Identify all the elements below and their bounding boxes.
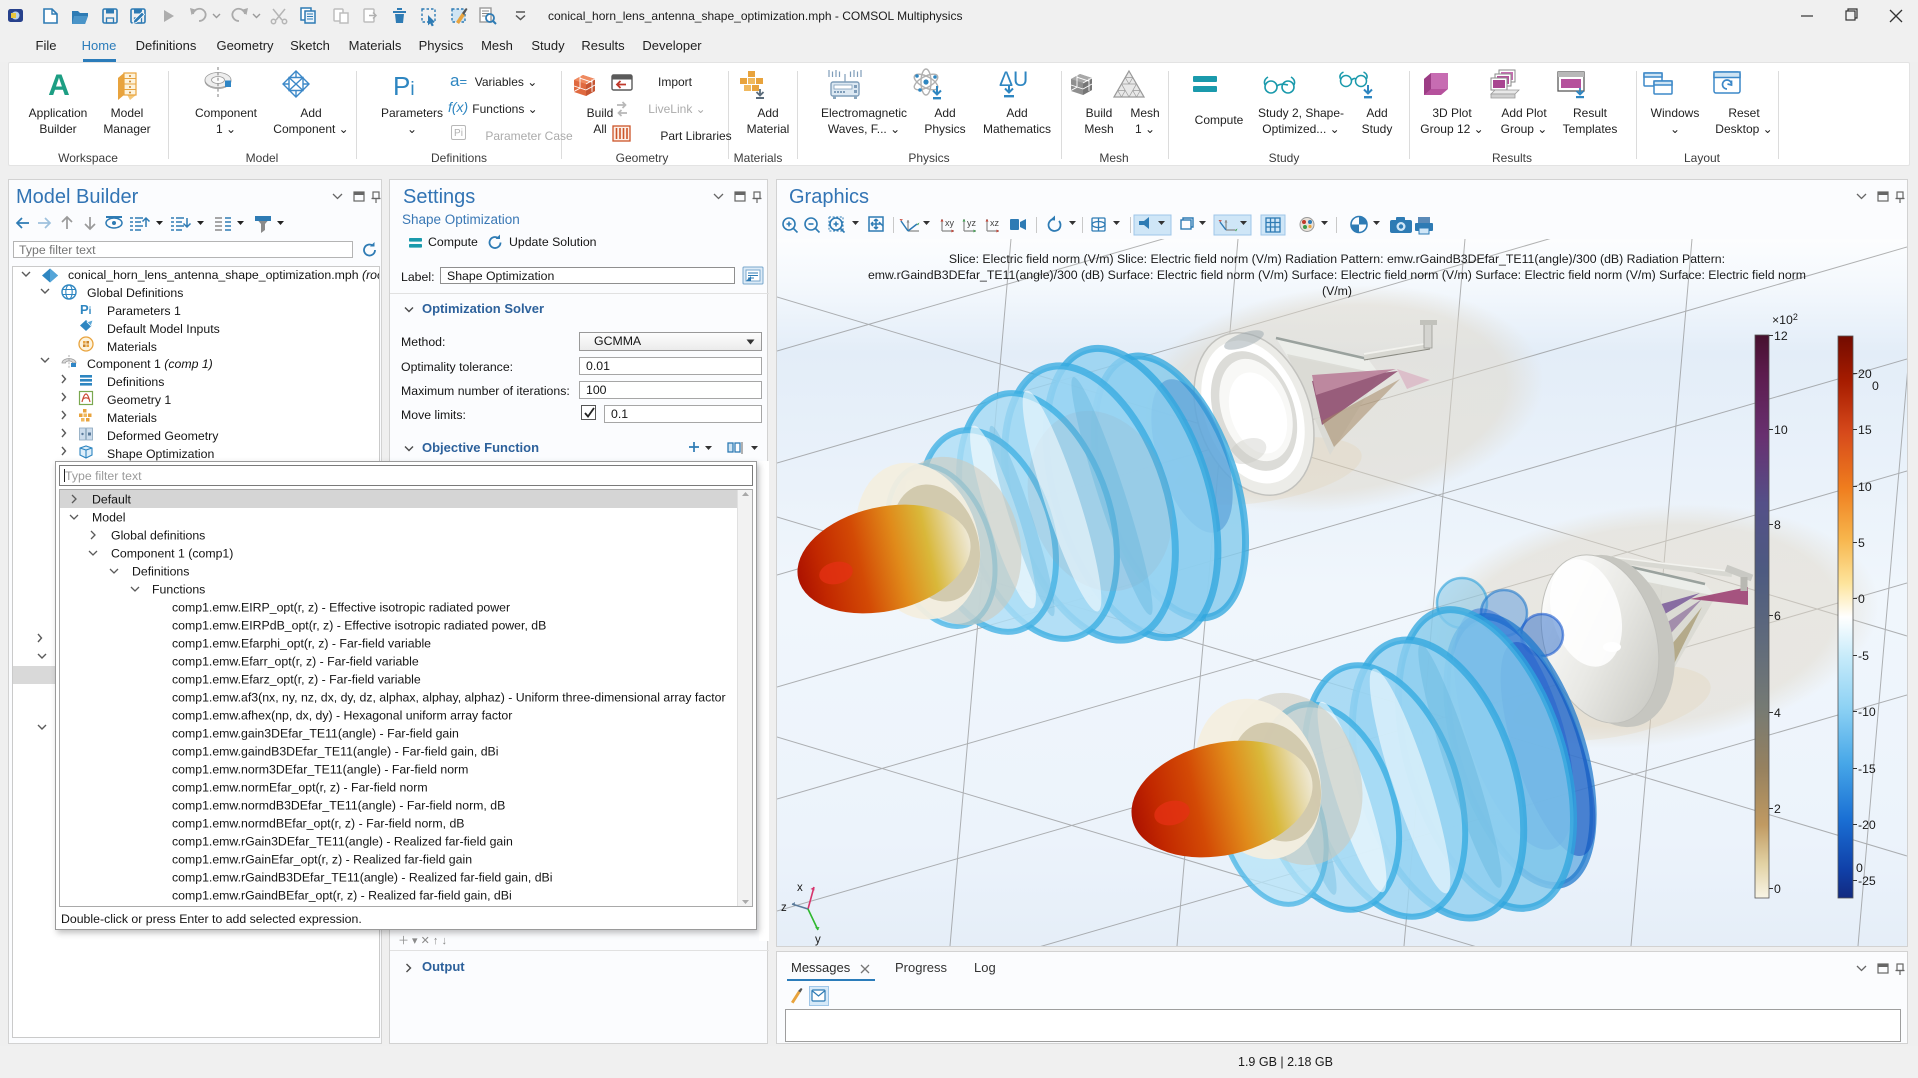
svg-text:0: 0 [1856,861,1863,875]
svg-text:5: 5 [1858,536,1865,550]
svg-text:comp1.emw.EIRP_opt(r, z) - Eff: comp1.emw.EIRP_opt(r, z) - Effective iso… [172,601,510,615]
svg-text:comp1.emw.rGaindBEfar_opt(r, z: comp1.emw.rGaindBEfar_opt(r, z) - Realiz… [172,889,512,903]
svg-text:comp1.emw.EIRPdB_opt(r, z) - E: comp1.emw.EIRPdB_opt(r, z) - Effective i… [172,619,546,633]
svg-text:Functions: Functions [152,583,205,597]
svg-text:x: x [797,882,803,894]
svg-text:comp1.emw.normEfar_opt(r, z) -: comp1.emw.normEfar_opt(r, z) - Far-field… [172,781,428,795]
svg-text:(V/m): (V/m) [1322,284,1352,298]
svg-text:0: 0 [1872,379,1879,393]
svg-text:Definitions: Definitions [132,565,189,579]
svg-text:0: 0 [1774,882,1781,896]
svg-text:Global definitions: Global definitions [111,529,205,543]
svg-text:comp1.emw.Efarz_opt(r, z) - Fa: comp1.emw.Efarz_opt(r, z) - Far-field va… [172,673,421,687]
svg-text:comp1.emw.norm3DEfar_TE11(angl: comp1.emw.norm3DEfar_TE11(angle) - Far-f… [172,763,468,777]
svg-text:comp1.emw.gaindB3DEfar_TE11(an: comp1.emw.gaindB3DEfar_TE11(angle) - Far… [172,745,498,759]
svg-text:-25: -25 [1858,874,1876,888]
svg-text:Global Definitions: Global Definitions [87,286,183,300]
svg-text:2: 2 [1774,802,1781,816]
svg-text:Model: Model [92,511,126,525]
svg-text:8: 8 [1774,518,1781,532]
svg-text:Component 1 (comp1): Component 1 (comp1) [111,547,233,561]
svg-text:0: 0 [1858,592,1865,606]
svg-text:15: 15 [1858,423,1872,437]
svg-text:-5: -5 [1858,649,1869,663]
svg-text:emw.rGaindB3DEfar_TE11(angle)/: emw.rGaindB3DEfar_TE11(angle)/300 (dB) S… [868,268,1806,282]
svg-text:Default: Default [92,493,132,507]
svg-text:Shape Optimization: Shape Optimization [107,447,214,461]
svg-text:yz: yz [967,218,977,228]
svg-text:-10: -10 [1858,705,1876,719]
svg-text:4: 4 [1774,706,1781,720]
svg-text:comp1.emw.normdB3DEfar_TE11(an: comp1.emw.normdB3DEfar_TE11(angle) - Far… [172,799,505,813]
svg-text:-15: -15 [1858,762,1876,776]
svg-text:z: z [781,902,787,914]
svg-text:Deformed Geometry: Deformed Geometry [107,429,219,443]
svg-text:y: y [815,934,821,946]
svg-text:20: 20 [1858,367,1872,381]
svg-text:Parameters 1: Parameters 1 [107,304,181,318]
svg-text:comp1.emw.af3(nx, ny, nz, dx,: comp1.emw.af3(nx, ny, nz, dx, dy, dz, al… [172,691,726,705]
svg-text:comp1.emw.Efarr_opt(r, z) - Fa: comp1.emw.Efarr_opt(r, z) - Far-field va… [172,655,419,669]
svg-text:comp1.emw.rGaindB3DEfar_TE11(a: comp1.emw.rGaindB3DEfar_TE11(angle) - Re… [172,871,552,885]
svg-text:10: 10 [1774,423,1788,437]
svg-text:Geometry 1: Geometry 1 [107,393,171,407]
svg-text:Materials: Materials [107,411,157,425]
svg-text:10: 10 [1858,480,1872,494]
svg-text:Materials: Materials [107,340,157,354]
svg-text:Pi: Pi [80,302,92,317]
svg-text:6: 6 [1774,609,1781,623]
svg-text:Default Model Inputs: Default Model Inputs [107,322,220,336]
svg-text:comp1.emw.Efarphi_opt(r, z) -: comp1.emw.Efarphi_opt(r, z) - Far-field … [172,637,431,651]
svg-text:xz: xz [990,218,1000,228]
svg-text:-20: -20 [1858,818,1876,832]
svg-text:comp1.emw.afhex(np, dx, dy) -: comp1.emw.afhex(np, dx, dy) - Hexagonal … [172,709,512,723]
svg-text:xy: xy [945,218,955,228]
svg-text:comp1.emw.normdBEfar_opt(r, z): comp1.emw.normdBEfar_opt(r, z) - Far-fie… [172,817,465,831]
svg-text:Component 1 (comp 1): Component 1 (comp 1) [87,357,213,371]
svg-text:Slice: Electric field norm (V/: Slice: Electric field norm (V/m) Slice: … [949,252,1725,266]
svg-text:12: 12 [1774,329,1788,343]
svg-text:conical_horn_lens_antenna_shap: conical_horn_lens_antenna_shape_optimiza… [68,268,380,282]
svg-text:Definitions: Definitions [107,375,164,389]
svg-text:comp1.emw.gain3DEfar_TE11(angl: comp1.emw.gain3DEfar_TE11(angle) - Far-f… [172,727,459,741]
svg-text:comp1.emw.rGainEfar_opt(r, z): comp1.emw.rGainEfar_opt(r, z) - Realized… [172,853,472,867]
svg-text:comp1.emw.rGain3DEfar_TE11(ang: comp1.emw.rGain3DEfar_TE11(angle) - Real… [172,835,513,849]
